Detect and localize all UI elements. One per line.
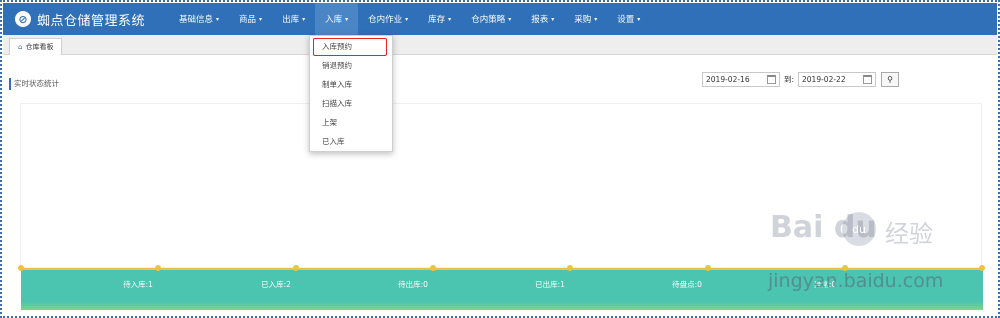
tab-label: 仓库看板 (25, 43, 54, 51)
status-dot (430, 265, 436, 271)
menu-item-shelving[interactable]: 上架 (322, 117, 337, 129)
nav-item-reports[interactable]: 报表 ▾ (521, 3, 564, 35)
nav-item-settings[interactable]: 设置 ▾ (607, 3, 650, 35)
home-icon: ⌂ (18, 43, 23, 51)
status-bar: 待入库:1 已入库:2 待出库:0 已出库:1 待盘点:0 异常:0 (18, 265, 985, 310)
section-title: 实时状态统计 (9, 78, 59, 90)
status-dot (842, 265, 848, 271)
status-dot (155, 265, 161, 271)
nav-item-goods[interactable]: 商品 ▾ (229, 3, 272, 35)
stat-inbound-done: 已入库:2 (261, 280, 291, 289)
main-nav: 基础信息 ▾ 商品 ▾ 出库 ▾ 入库 ▾ 仓内作业 ▾ 库存 ▾ 仓内策略 ▾ 报表 ▾ 采购… (169, 3, 650, 35)
stat-exception: 异常:0 (813, 280, 837, 289)
calendar-icon[interactable] (863, 75, 872, 84)
chevron-down-icon: ▾ (508, 15, 512, 23)
menu-item-scan-inbound[interactable]: 扫描入库 (322, 98, 352, 110)
start-date-value: 2019-02-16 (706, 75, 750, 84)
stat-pending-count: 待盘点:0 (672, 280, 702, 289)
menu-item-inbound-done[interactable]: 已入库 (322, 136, 345, 148)
status-dot (705, 265, 711, 271)
nav-label: 设置 (617, 15, 635, 25)
nav-label: 基础信息 (179, 15, 214, 25)
search-icon: ⚲ (887, 75, 893, 84)
status-dot (293, 265, 299, 271)
nav-item-warehouse-strategy[interactable]: 仓内策略 ▾ (461, 3, 521, 35)
chevron-down-icon: ▾ (448, 15, 452, 23)
stat-pending-inbound: 待入库:1 (123, 280, 153, 289)
nav-label: 库存 (428, 15, 446, 25)
tab-bar: ⌂ 仓库看板 (3, 35, 997, 55)
nav-item-purchase[interactable]: 采购 ▾ (564, 3, 607, 35)
chart-area (20, 103, 982, 268)
top-navbar: ⊘ 蜘点仓储管理系统 基础信息 ▾ 商品 ▾ 出库 ▾ 入库 ▾ 仓内作业 ▾ 库存 ▾ 仓… (3, 3, 997, 35)
nav-label: 商品 (239, 15, 257, 25)
search-button[interactable]: ⚲ (881, 72, 899, 87)
status-dot (18, 265, 24, 271)
chevron-down-icon: ▾ (345, 15, 349, 23)
chevron-down-icon: ▾ (551, 15, 555, 23)
nav-label: 报表 (531, 15, 549, 25)
app-logo: ⊘ 蜘点仓储管理系统 (15, 10, 165, 29)
nav-item-inbound[interactable]: 入库 ▾ (315, 3, 359, 35)
start-date-input[interactable]: 2019-02-16 (702, 72, 780, 87)
nav-label: 入库 (325, 15, 343, 25)
nav-item-basic-info[interactable]: 基础信息 ▾ (169, 3, 229, 35)
chevron-down-icon: ▾ (302, 15, 306, 23)
menu-item-inbound-appointment[interactable]: 入库预约 (322, 41, 352, 53)
nav-item-inventory[interactable]: 库存 ▾ (418, 3, 461, 35)
status-dot (979, 265, 985, 271)
date-separator: 到: (784, 75, 795, 84)
stat-pending-outbound: 待出库:0 (398, 280, 428, 289)
app-title: 蜘点仓储管理系统 (37, 13, 146, 29)
nav-label: 仓内作业 (368, 15, 403, 25)
logo-icon: ⊘ (15, 11, 31, 27)
chevron-down-icon: ▾ (594, 15, 598, 23)
chevron-down-icon: ▾ (405, 15, 409, 23)
end-date-value: 2019-02-22 (802, 75, 846, 84)
calendar-icon[interactable] (767, 75, 776, 84)
end-date-input[interactable]: 2019-02-22 (798, 72, 876, 87)
status-line (21, 268, 983, 270)
menu-item-return-appointment[interactable]: 销退预约 (322, 60, 352, 72)
nav-label: 采购 (574, 15, 592, 25)
status-dot (567, 265, 573, 271)
nav-label: 仓内策略 (471, 15, 506, 25)
chevron-down-icon: ▾ (637, 15, 641, 23)
menu-item-manual-inbound[interactable]: 制单入库 (322, 79, 352, 91)
chevron-down-icon: ▾ (259, 15, 263, 23)
tab-warehouse-board[interactable]: ⌂ 仓库看板 (9, 38, 63, 55)
inbound-dropdown-menu: 入库预约 销退预约 制单入库 扫描入库 上架 已入库 (309, 35, 393, 152)
nav-item-outbound[interactable]: 出库 ▾ (272, 3, 315, 35)
nav-item-warehouse-ops[interactable]: 仓内作业 ▾ (358, 3, 418, 35)
nav-label: 出库 (282, 15, 300, 25)
chevron-down-icon: ▾ (216, 15, 220, 23)
stat-outbound-done: 已出库:1 (535, 280, 565, 289)
